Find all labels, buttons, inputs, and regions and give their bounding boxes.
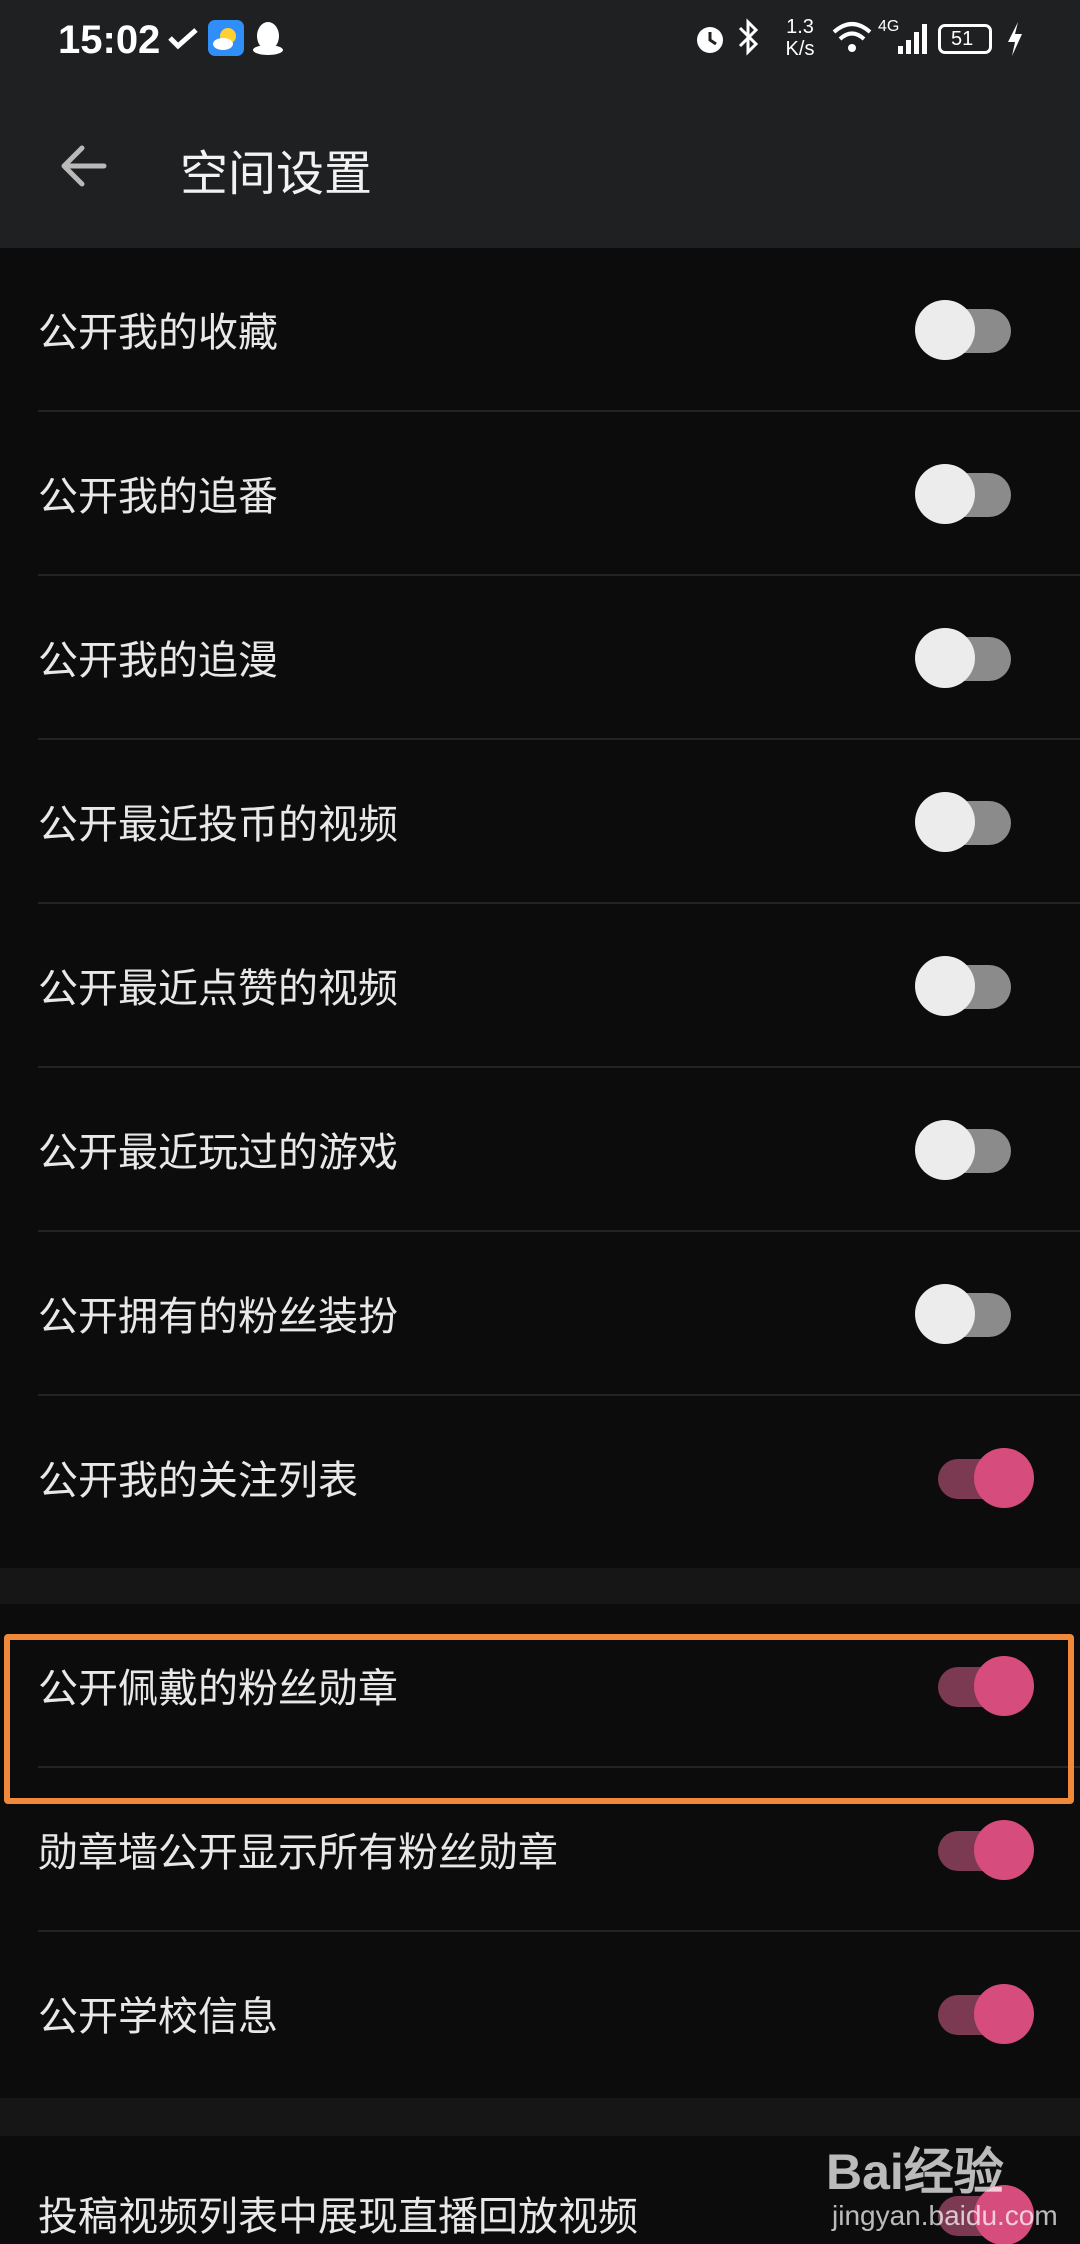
toggle-switch-off[interactable]: [915, 1115, 1015, 1185]
qq-icon: [253, 22, 283, 55]
toggle-switch-on[interactable]: [938, 1443, 1038, 1513]
baidu-jingyan-watermark: Bai经验 jingyan.baidu.com: [826, 2120, 1076, 2244]
app-notification-icon: [168, 28, 198, 50]
row-label: 公开最近点赞的视频: [38, 966, 398, 1012]
toggle-switch-off[interactable]: [915, 1279, 1015, 1349]
settings-row[interactable]: 公开我的追番: [0, 412, 1080, 576]
net-speed-value: 1.3: [786, 16, 814, 38]
row-label: 公开最近投币的视频: [38, 802, 398, 848]
settings-row[interactable]: 公开我的关注列表: [0, 1396, 1080, 1560]
toggle-switch-off[interactable]: [915, 459, 1015, 529]
arrow-left-icon[interactable]: [54, 136, 114, 196]
settings-row[interactable]: 公开我的收藏: [0, 248, 1080, 412]
highlight-box: [4, 1634, 1074, 1804]
row-label: 公开我的追漫: [38, 638, 278, 684]
settings-row[interactable]: 公开我的追漫: [0, 576, 1080, 740]
settings-row[interactable]: 公开最近点赞的视频: [0, 904, 1080, 1068]
row-label: 公开我的关注列表: [38, 1458, 358, 1504]
signal-icon: [898, 24, 927, 54]
row-label: 公开学校信息: [38, 1994, 278, 2040]
battery-icon: 51: [938, 24, 992, 54]
status-bar: 15:02 1.3 K/s 4G 51: [0, 0, 1080, 80]
app-header: 空间设置: [0, 80, 1080, 248]
battery-level: 51: [951, 28, 974, 50]
settings-row[interactable]: 公开拥有的粉丝装扮: [0, 1232, 1080, 1396]
bluetooth-icon: [738, 18, 759, 56]
settings-row[interactable]: 公开最近投币的视频: [0, 740, 1080, 904]
net-speed: 1.3 K/s: [780, 16, 820, 60]
weather-icon: [208, 20, 244, 56]
toggle-switch-on[interactable]: [938, 1979, 1038, 2049]
page-title: 空间设置: [180, 146, 373, 202]
toggle-switch-off[interactable]: [915, 623, 1015, 693]
row-label: 勋章墙公开显示所有粉丝勋章: [38, 1830, 558, 1876]
settings-row[interactable]: 公开学校信息: [0, 1932, 1080, 2096]
row-label: 公开拥有的粉丝装扮: [38, 1294, 398, 1340]
row-label: 公开我的追番: [38, 474, 278, 520]
settings-row[interactable]: 公开最近玩过的游戏: [0, 1068, 1080, 1232]
alarm-icon: [697, 27, 723, 53]
watermark-logo-text: Bai经验: [826, 2144, 1004, 2200]
toggle-switch-off[interactable]: [915, 787, 1015, 857]
row-label: 投稿视频列表中展现直播回放视频: [38, 2194, 638, 2240]
settings-section-privacy: 公开我的收藏 公开我的追番 公开我的追漫 公开最近投币的视频 公开最近点赞的视频…: [0, 248, 1080, 1568]
toggle-switch-off[interactable]: [915, 951, 1015, 1021]
row-label: 公开最近玩过的游戏: [38, 1130, 398, 1176]
net-speed-unit: K/s: [785, 38, 815, 60]
wifi-icon: [832, 22, 872, 52]
charging-icon: [1008, 22, 1022, 56]
toggle-switch-off[interactable]: [915, 295, 1015, 365]
row-label: 公开我的收藏: [38, 310, 278, 356]
status-time: 15:02: [58, 18, 161, 62]
toggle-switch-on[interactable]: [938, 1815, 1038, 1885]
watermark-url: jingyan.baidu.com: [832, 2200, 1058, 2231]
